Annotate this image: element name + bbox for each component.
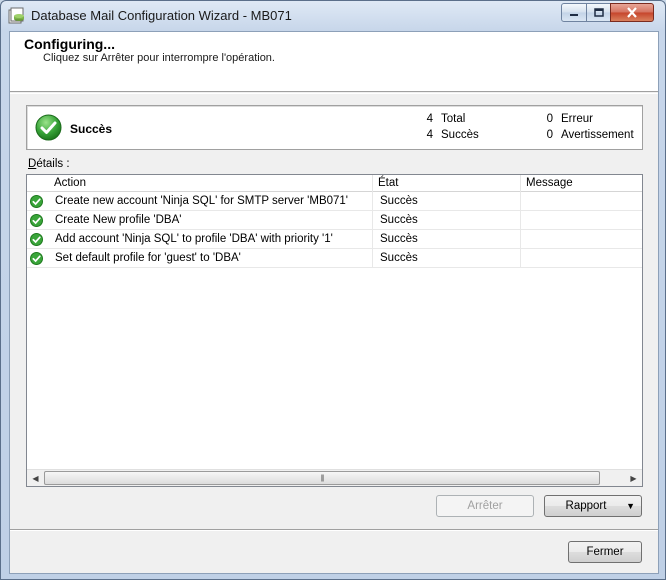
success-check-icon	[35, 114, 62, 141]
table-row[interactable]: Create new account 'Ninja SQL' for SMTP …	[27, 192, 642, 211]
row-action: Create new account 'Ninja SQL' for SMTP …	[55, 195, 348, 207]
cell-divider	[520, 249, 521, 268]
dropdown-arrow-icon: ▼	[626, 501, 635, 511]
cell-divider	[520, 192, 521, 211]
success-check-icon	[30, 214, 43, 227]
close-button-label: Fermer	[586, 546, 624, 558]
row-action: Add account 'Ninja SQL' to profile 'DBA'…	[55, 233, 333, 245]
row-state: Succès	[380, 233, 418, 245]
horizontal-scrollbar[interactable]: ◀ ||| ▶	[27, 469, 642, 486]
maximize-icon	[593, 7, 604, 17]
database-mail-app-icon	[8, 7, 24, 24]
scrollbar-thumb[interactable]: |||	[44, 471, 600, 485]
success-check-icon	[30, 252, 43, 265]
cell-divider	[372, 249, 373, 268]
table-row[interactable]: Add account 'Ninja SQL' to profile 'DBA'…	[27, 230, 642, 249]
cell-divider	[372, 230, 373, 249]
window-title: Database Mail Configuration Wizard - MB0…	[31, 8, 292, 23]
cell-divider	[520, 211, 521, 230]
wizard-client-area: Configuring... Cliquez sur Arrêter pour …	[9, 31, 659, 574]
report-button-label: Rapport	[565, 500, 607, 512]
title-bar[interactable]: Database Mail Configuration Wizard - MB0…	[1, 1, 665, 31]
warning-label: Avertissement	[561, 129, 634, 141]
report-button[interactable]: Rapport ▼	[544, 495, 642, 517]
row-state: Succès	[380, 252, 418, 264]
column-header-message[interactable]: Message	[526, 177, 573, 189]
success-label: Succès	[441, 129, 479, 141]
column-divider[interactable]	[372, 175, 373, 192]
success-check-icon	[30, 233, 43, 246]
minimize-button[interactable]	[561, 3, 587, 22]
table-row[interactable]: Create New profile 'DBA' Succès	[27, 211, 642, 230]
error-label: Erreur	[561, 113, 593, 125]
error-count: 0	[546, 113, 553, 125]
table-row[interactable]: Set default profile for 'guest' to 'DBA'…	[27, 249, 642, 268]
close-icon	[627, 7, 637, 18]
wizard-window: Database Mail Configuration Wizard - MB0…	[0, 0, 666, 580]
column-divider[interactable]	[520, 175, 521, 192]
grid-header: Action État Message	[27, 175, 642, 192]
minimize-icon	[570, 13, 578, 16]
success-count: 4	[426, 129, 433, 141]
total-label: Total	[441, 113, 466, 125]
details-label-text: étails :	[36, 158, 70, 170]
header-divider	[10, 93, 658, 94]
wizard-header: Configuring... Cliquez sur Arrêter pour …	[10, 32, 658, 92]
page-subtitle: Cliquez sur Arrêter pour interrompre l'o…	[43, 52, 275, 64]
row-action: Set default profile for 'guest' to 'DBA'	[55, 252, 241, 264]
overall-status-label: Succès	[70, 122, 113, 136]
maximize-button[interactable]	[586, 3, 611, 22]
scroll-left-arrow-icon[interactable]: ◀	[29, 473, 42, 484]
cell-divider	[520, 230, 521, 249]
page-title: Configuring...	[24, 36, 115, 52]
footer-divider-highlight	[10, 530, 658, 531]
row-state: Succès	[380, 214, 418, 226]
success-check-icon	[30, 195, 43, 208]
scroll-right-arrow-icon[interactable]: ▶	[627, 473, 640, 484]
column-header-state[interactable]: État	[378, 177, 398, 189]
close-window-button[interactable]	[610, 3, 654, 22]
cell-divider	[372, 211, 373, 230]
row-state: Succès	[380, 195, 418, 207]
total-count: 4	[426, 113, 433, 125]
stop-button-label: Arrêter	[467, 500, 503, 512]
stop-button[interactable]: Arrêter	[436, 495, 534, 517]
close-button[interactable]: Fermer	[568, 541, 642, 563]
status-summary-panel: Succès 4 Total 4 Succès 0 Erreur 0 Avert…	[26, 105, 643, 150]
row-action: Create New profile 'DBA'	[55, 214, 182, 226]
cell-divider	[372, 192, 373, 211]
details-grid[interactable]: Action État Message Create new account '…	[26, 174, 643, 487]
details-label: Détails :	[28, 158, 70, 170]
grip-icon: |||	[320, 475, 325, 482]
warning-count: 0	[546, 129, 553, 141]
column-header-action[interactable]: Action	[54, 177, 86, 189]
